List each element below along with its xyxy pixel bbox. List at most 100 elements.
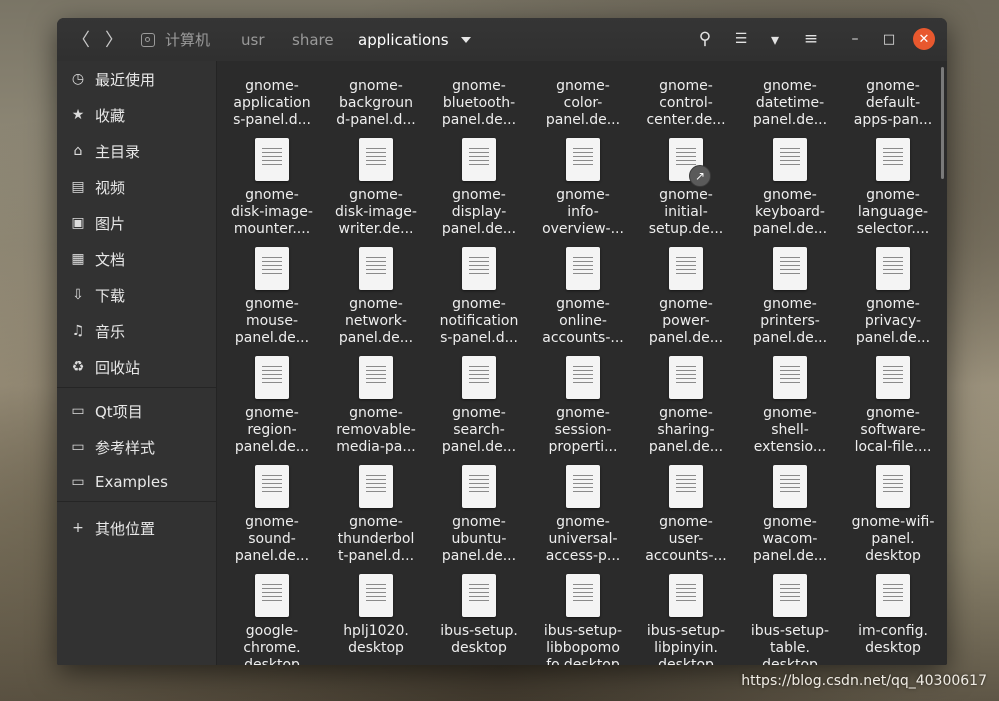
file-item[interactable]: gnome- power- panel.de...	[638, 247, 734, 347]
file-item[interactable]: gnome- language- selector....	[845, 138, 941, 238]
file-item[interactable]: gnome- region- panel.de...	[224, 356, 320, 456]
sidebar-item-label: 文档	[95, 250, 126, 269]
view-options-button[interactable]: ▾	[761, 26, 789, 52]
file-item[interactable]: gnome- removable- media-pa...	[328, 356, 424, 456]
breadcrumb-applications[interactable]: applications	[358, 18, 471, 61]
file-item[interactable]: gnome- bluetooth- panel.de...	[431, 61, 527, 129]
sidebar-divider	[57, 501, 216, 502]
back-button[interactable]: 〈	[67, 26, 95, 52]
file-item[interactable]: gnome- online- accounts-...	[535, 247, 631, 347]
file-item[interactable]: gnome- privacy- panel.de...	[845, 247, 941, 347]
file-name-label: im-config. desktop	[858, 623, 928, 656]
file-item[interactable]: gnome- thunderbol t-panel.d...	[328, 465, 424, 565]
watermark-text: https://blog.csdn.net/qq_40300617	[741, 673, 987, 689]
breadcrumb-share[interactable]: share	[292, 18, 334, 61]
file-name-label: gnome- datetime- panel.de...	[752, 78, 828, 128]
desktop-file-icon	[359, 574, 393, 617]
sidebar-item-label: 视频	[95, 178, 126, 197]
home-icon: ⌂	[73, 143, 83, 159]
file-item[interactable]: gnome- printers- panel.de...	[742, 247, 838, 347]
file-item[interactable]: gnome- shell- extensio...	[742, 356, 838, 456]
file-item[interactable]: gnome- mouse- panel.de...	[224, 247, 320, 347]
file-item[interactable]: google- chrome. desktop	[224, 574, 320, 665]
breadcrumb-computer[interactable]: 计算机	[141, 18, 210, 61]
file-name-label: gnome- user- accounts-...	[645, 514, 727, 564]
list-view-button[interactable]: ☰	[727, 26, 755, 52]
file-name-label: gnome- printers- panel.de...	[752, 296, 828, 346]
music-icon: ♫	[71, 323, 85, 339]
sidebar-item-downloads[interactable]: ⇩ 下载	[57, 278, 216, 312]
file-item[interactable]: ibus-setup. desktop	[431, 574, 527, 657]
file-item[interactable]: ibus-setup- table. desktop	[742, 574, 838, 665]
file-item[interactable]: gnome- sharing- panel.de...	[638, 356, 734, 456]
file-item[interactable]: gnome- default- apps-pan...	[845, 61, 941, 129]
breadcrumb-label: usr	[241, 30, 265, 49]
breadcrumb-label: applications	[358, 30, 449, 49]
desktop-file-icon	[669, 574, 703, 617]
close-button[interactable]: ✕	[913, 28, 935, 50]
file-item[interactable]: gnome- session- properti...	[535, 356, 631, 456]
file-item[interactable]: gnome- application s-panel.d...	[224, 61, 320, 129]
file-name-label: gnome- display- panel.de...	[441, 187, 517, 237]
sidebar-item-pictures[interactable]: ▣ 图片	[57, 206, 216, 240]
minimize-button[interactable]: –	[841, 26, 869, 52]
file-item[interactable]: gnome- color- panel.de...	[535, 61, 631, 129]
file-item[interactable]: gnome- disk-image- writer.de...	[328, 138, 424, 238]
forward-icon: 〉	[105, 30, 123, 51]
sidebar-item-home[interactable]: ⌂ 主目录	[57, 134, 216, 168]
breadcrumb-usr[interactable]: usr	[241, 18, 265, 61]
list-view-icon: ☰	[734, 31, 748, 47]
file-item[interactable]: gnome- search- panel.de...	[431, 356, 527, 456]
file-item[interactable]: gnome- sound- panel.de...	[224, 465, 320, 565]
breadcrumb-label: share	[292, 30, 334, 49]
desktop-file-icon	[566, 356, 600, 399]
desktop-file-icon	[359, 247, 393, 290]
file-item[interactable]: gnome- backgroun d-panel.d...	[328, 61, 424, 129]
sidebar-item-reference-styles[interactable]: ▭ 参考样式	[57, 430, 216, 464]
desktop-file-icon	[669, 247, 703, 290]
file-name-label: gnome- disk-image- mounter....	[231, 187, 313, 237]
sidebar-item-videos[interactable]: ▤ 视频	[57, 170, 216, 204]
file-item[interactable]: gnome- notification s-panel.d...	[431, 247, 527, 347]
file-item[interactable]: im-config. desktop	[845, 574, 941, 657]
file-name-label: gnome- sharing- panel.de...	[648, 405, 724, 455]
file-item[interactable]: gnome- display- panel.de...	[431, 138, 527, 238]
forward-button[interactable]: 〉	[100, 26, 128, 52]
file-item[interactable]: gnome- software- local-file....	[845, 356, 941, 456]
menu-button[interactable]: ≡	[797, 26, 825, 52]
maximize-button[interactable]: □	[875, 26, 903, 52]
sidebar-item-documents[interactable]: ▦ 文档	[57, 242, 216, 276]
document-icon: ▦	[71, 251, 85, 267]
file-item[interactable]: gnome- datetime- panel.de...	[742, 61, 838, 129]
file-item[interactable]: hplj1020. desktop	[328, 574, 424, 657]
scrollbar[interactable]	[941, 67, 944, 179]
folder-icon: ▭	[71, 439, 85, 455]
file-item[interactable]: ↗ gnome- initial- setup.de...	[638, 138, 734, 238]
sidebar-item-qt-projects[interactable]: ▭ Qt项目	[57, 394, 216, 428]
file-name-label: gnome- info- overview-...	[542, 187, 624, 237]
sidebar-item-other-locations[interactable]: + 其他位置	[57, 511, 216, 545]
file-item[interactable]: gnome- ubuntu- panel.de...	[431, 465, 527, 565]
symlink-arrow-icon: ↗	[689, 165, 711, 187]
file-item[interactable]: gnome- disk-image- mounter....	[224, 138, 320, 238]
file-name-label: gnome- control- center.de...	[646, 78, 726, 128]
desktop-file-icon	[876, 465, 910, 508]
file-item[interactable]: gnome- user- accounts-...	[638, 465, 734, 565]
file-item[interactable]: gnome-wifi- panel. desktop	[845, 465, 941, 565]
desktop-file-icon	[773, 465, 807, 508]
file-item[interactable]: gnome- network- panel.de...	[328, 247, 424, 347]
sidebar-item-starred[interactable]: ★ 收藏	[57, 98, 216, 132]
file-item[interactable]: ibus-setup- libpinyin. desktop	[638, 574, 734, 665]
file-item[interactable]: gnome- control- center.de...	[638, 61, 734, 129]
file-item[interactable]: ibus-setup- libbopomo fo.desktop	[535, 574, 631, 665]
sidebar-item-music[interactable]: ♫ 音乐	[57, 314, 216, 348]
file-item[interactable]: gnome- info- overview-...	[535, 138, 631, 238]
sidebar-item-recent[interactable]: ◷ 最近使用	[57, 62, 216, 96]
sidebar-item-examples[interactable]: ▭ Examples	[57, 465, 216, 499]
file-item[interactable]: gnome- wacom- panel.de...	[742, 465, 838, 565]
sidebar-item-label: Examples	[95, 473, 168, 491]
search-button[interactable]: ⚲	[691, 26, 719, 52]
file-item[interactable]: gnome- universal- access-p...	[535, 465, 631, 565]
file-item[interactable]: gnome- keyboard- panel.de...	[742, 138, 838, 238]
sidebar-item-trash[interactable]: ♻ 回收站	[57, 350, 216, 384]
